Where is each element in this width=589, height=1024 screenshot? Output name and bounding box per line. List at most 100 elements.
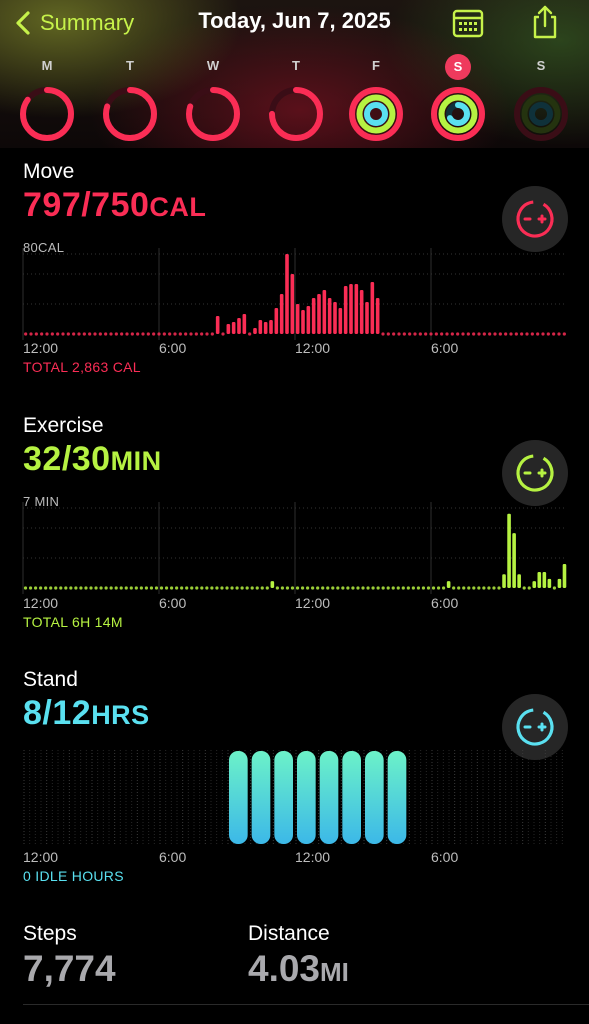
move-bar	[408, 332, 412, 336]
exercise-bar	[144, 586, 149, 590]
exercise-bar	[557, 578, 562, 588]
move-total: TOTAL 2,863 CAL	[23, 359, 141, 375]
move-bar	[237, 318, 241, 334]
exercise-bar	[552, 586, 557, 590]
exercise-bar	[406, 586, 410, 590]
move-bar	[231, 322, 236, 334]
exercise-bar	[200, 586, 204, 590]
exercise-bar	[426, 586, 431, 590]
day-0[interactable]: M	[17, 56, 77, 148]
exercise-bar	[431, 586, 436, 590]
exercise-bar	[311, 586, 315, 590]
exercise-bar	[295, 586, 300, 590]
exercise-bar	[376, 586, 380, 590]
exercise-bar	[290, 586, 295, 590]
exercise-bar	[346, 586, 350, 590]
ring-track	[280, 98, 313, 131]
exercise-bar	[497, 586, 501, 590]
move-bar	[269, 320, 273, 334]
exercise-bar	[154, 586, 159, 590]
exercise-bar	[517, 574, 521, 588]
exercise-bar	[396, 586, 400, 590]
exercise-bar	[99, 586, 103, 590]
exercise-bar	[164, 586, 169, 590]
move-bar	[72, 332, 76, 336]
move-bar	[434, 332, 438, 336]
activity-rings-icon	[103, 87, 157, 141]
steps-label: Steps	[23, 922, 77, 945]
exercise-bar	[265, 586, 269, 590]
exercise-bar	[542, 572, 547, 588]
day-4[interactable]: F	[346, 56, 406, 148]
activity-rings-icon	[349, 87, 403, 141]
move-bar	[146, 332, 150, 336]
move-bar	[552, 332, 556, 336]
move-bar	[226, 324, 231, 334]
move-bar	[461, 332, 465, 336]
activity-rings-icon	[269, 87, 323, 141]
ring-track	[121, 105, 139, 123]
stand-bar	[251, 751, 271, 844]
calendar-icon[interactable]	[452, 8, 484, 38]
stand-bar	[365, 751, 384, 844]
exercise-bar	[326, 586, 330, 590]
exercise-bar	[361, 586, 365, 590]
move-bar	[488, 332, 492, 336]
exercise-bar	[245, 586, 249, 590]
exercise-bar	[386, 586, 390, 590]
move-bar	[429, 332, 433, 336]
day-3[interactable]: T	[266, 56, 326, 148]
week-strip: MTWTFSS	[0, 54, 589, 148]
move-bar	[295, 304, 300, 334]
move-bar	[157, 332, 161, 336]
move-bar	[93, 332, 97, 336]
day-label: S	[536, 58, 546, 73]
move-bar	[493, 332, 497, 336]
exercise-bar	[371, 586, 375, 590]
day-6[interactable]: S	[511, 56, 571, 148]
move-bar	[317, 294, 321, 334]
move-bar	[152, 332, 156, 336]
exercise-bar	[175, 586, 179, 590]
move-bar	[450, 332, 454, 336]
back-button[interactable]: Summary	[14, 6, 134, 40]
move-bar	[104, 332, 108, 336]
distance-label: Distance	[248, 922, 330, 945]
exercise-bar	[104, 586, 108, 590]
exercise-bar	[391, 586, 395, 590]
exercise-bar	[482, 586, 486, 590]
move-bar	[253, 328, 257, 334]
move-bar	[504, 332, 508, 336]
steps-distance-section: Steps 7,774 Distance 4.03MI	[0, 922, 589, 1002]
exercise-value-number: 32/30	[23, 440, 111, 478]
exercise-bar	[305, 586, 310, 590]
exercise-bar	[124, 586, 128, 590]
move-bar	[514, 332, 518, 336]
exercise-bar	[280, 586, 285, 590]
exercise-bar	[79, 586, 83, 590]
move-chart: 80CAL	[22, 240, 567, 344]
exercise-bar	[532, 581, 537, 588]
move-bar	[370, 282, 375, 334]
day-5[interactable]: S	[428, 54, 488, 148]
exercise-bar	[235, 586, 239, 590]
move-bar	[120, 332, 124, 336]
share-icon[interactable]	[530, 4, 560, 40]
move-bar	[66, 332, 70, 336]
exercise-bar	[446, 581, 451, 588]
move-bar	[82, 332, 86, 336]
exercise-bar	[381, 586, 385, 590]
move-bar	[215, 316, 220, 334]
move-bar	[34, 332, 38, 336]
move-bar	[466, 332, 470, 336]
move-bar	[274, 308, 279, 334]
day-1[interactable]: T	[100, 56, 160, 148]
move-bar	[306, 306, 311, 334]
exercise-bar	[139, 586, 143, 590]
move-bar	[189, 332, 193, 336]
day-2[interactable]: W	[183, 56, 243, 148]
exercise-bar	[89, 586, 93, 590]
move-bar	[98, 332, 102, 336]
stand-bar	[387, 751, 407, 844]
move-bar	[221, 332, 225, 336]
